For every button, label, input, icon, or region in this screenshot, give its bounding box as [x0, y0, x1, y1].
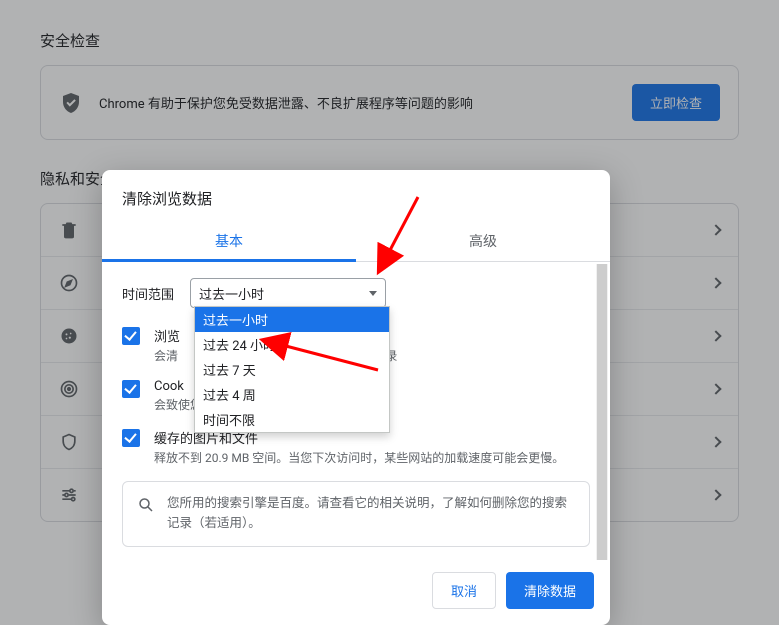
- dropdown-option[interactable]: 过去 24 小时: [195, 332, 389, 357]
- scrollbar-thumb[interactable]: [597, 264, 607, 560]
- search-engine-info-text: 您所用的搜索引擎是百度。请查看它的相关说明，了解如何删除您的搜索记录（若适用）。: [167, 494, 575, 534]
- caret-down-icon: [369, 291, 377, 296]
- time-range-dropdown[interactable]: 过去一小时 过去 24 小时 过去 7 天 过去 4 周 时间不限: [194, 306, 390, 433]
- dialog-tabs: 基本 高级: [102, 221, 610, 262]
- clear-browsing-data-dialog: 清除浏览数据 基本 高级 时间范围 过去一小时 浏览 会清 历史记录 Cook: [102, 170, 610, 625]
- checkbox-checked-icon[interactable]: [122, 380, 140, 398]
- checkbox-checked-icon[interactable]: [122, 327, 140, 345]
- tab-advanced[interactable]: 高级: [356, 221, 610, 261]
- time-range-row: 时间范围 过去一小时: [122, 278, 590, 308]
- search-icon: [137, 496, 155, 514]
- tab-basic[interactable]: 基本: [102, 221, 356, 261]
- dropdown-option[interactable]: 过去 7 天: [195, 357, 389, 382]
- dialog-body: 时间范围 过去一小时 浏览 会清 历史记录 Cook 会致使您从大多数网站退出。: [102, 262, 610, 560]
- time-range-select[interactable]: 过去一小时: [190, 278, 386, 308]
- clear-item-cache[interactable]: 缓存的图片和文件 释放不到 20.9 MB 空间。当您下次访问时，某些网站的加载…: [122, 428, 590, 467]
- time-range-value: 过去一小时: [199, 284, 264, 303]
- dialog-scrollbar[interactable]: [596, 264, 608, 560]
- search-engine-info: 您所用的搜索引擎是百度。请查看它的相关说明，了解如何删除您的搜索记录（若适用）。: [122, 481, 590, 547]
- dialog-footer: 取消 清除数据: [102, 560, 610, 625]
- dropdown-option[interactable]: 时间不限: [195, 407, 389, 432]
- clear-data-button[interactable]: 清除数据: [506, 572, 594, 609]
- time-range-label: 时间范围: [122, 284, 174, 303]
- dialog-title: 清除浏览数据: [102, 170, 610, 221]
- clear-item-sub: 释放不到 20.9 MB 空间。当您下次访问时，某些网站的加载速度可能会更慢。: [154, 449, 564, 467]
- checkbox-checked-icon[interactable]: [122, 429, 140, 447]
- cancel-button[interactable]: 取消: [432, 572, 496, 609]
- dropdown-option[interactable]: 过去一小时: [195, 307, 389, 332]
- dropdown-option[interactable]: 过去 4 周: [195, 382, 389, 407]
